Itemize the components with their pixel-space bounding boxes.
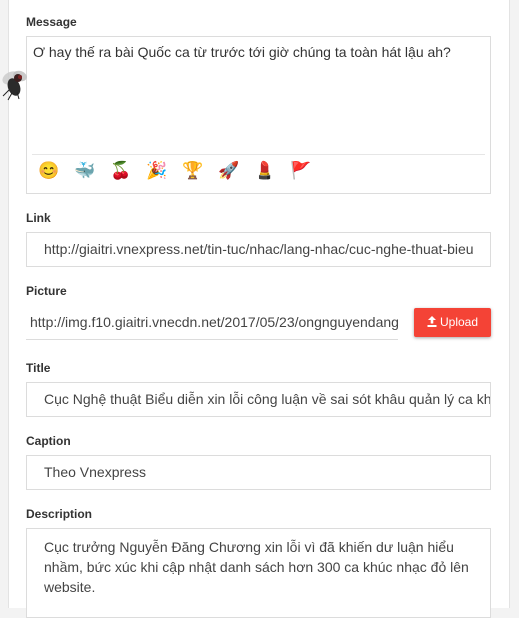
share-form-panel: Message Ơ hay thế ra bài Quốc ca từ trướ… <box>8 0 510 618</box>
smile-emoji-icon[interactable]: 😊 <box>38 161 59 181</box>
whale-emoji-icon[interactable]: 🐳 <box>74 161 95 181</box>
trophy-emoji-icon[interactable]: 🏆 <box>182 161 203 181</box>
cherries-emoji-icon[interactable]: 🍒 <box>110 161 131 181</box>
link-input[interactable]: http://giaitri.vnexpress.net/tin-tuc/nha… <box>26 232 491 267</box>
caption-input[interactable]: Theo Vnexpress <box>26 455 491 490</box>
message-label: Message <box>26 15 77 29</box>
upload-button[interactable]: Upload <box>414 308 491 337</box>
fly-icon <box>2 70 27 101</box>
party-popper-emoji-icon[interactable]: 🎉 <box>146 161 167 181</box>
picture-url-input[interactable]: http://img.f10.giaitri.vnecdn.net/2017/0… <box>26 307 398 340</box>
title-label: Title <box>26 361 51 375</box>
rocket-emoji-icon[interactable]: 🚀 <box>218 161 239 181</box>
flag-emoji-icon[interactable]: 🚩 <box>290 161 311 181</box>
emoji-toolbar: 😊 🐳 🍒 🎉 🏆 🚀 💄 🚩 <box>32 154 485 191</box>
link-label: Link <box>26 211 51 225</box>
caption-label: Caption <box>26 434 71 448</box>
upload-button-label: Upload <box>439 315 479 329</box>
message-text[interactable]: Ơ hay thế ra bài Quốc ca từ trước tới gi… <box>33 44 451 60</box>
description-textarea[interactable]: Cục trưởng Nguyễn Đăng Chương xin lỗi vì… <box>26 528 491 618</box>
message-textarea[interactable]: Ơ hay thế ra bài Quốc ca từ trước tới gi… <box>26 36 491 194</box>
upload-icon <box>427 316 437 327</box>
description-label: Description <box>26 507 93 521</box>
title-input[interactable]: Cục Nghệ thuật Biểu diễn xin lỗi công lu… <box>26 382 491 417</box>
picture-label: Picture <box>26 284 67 298</box>
lipstick-emoji-icon[interactable]: 💄 <box>254 161 275 181</box>
